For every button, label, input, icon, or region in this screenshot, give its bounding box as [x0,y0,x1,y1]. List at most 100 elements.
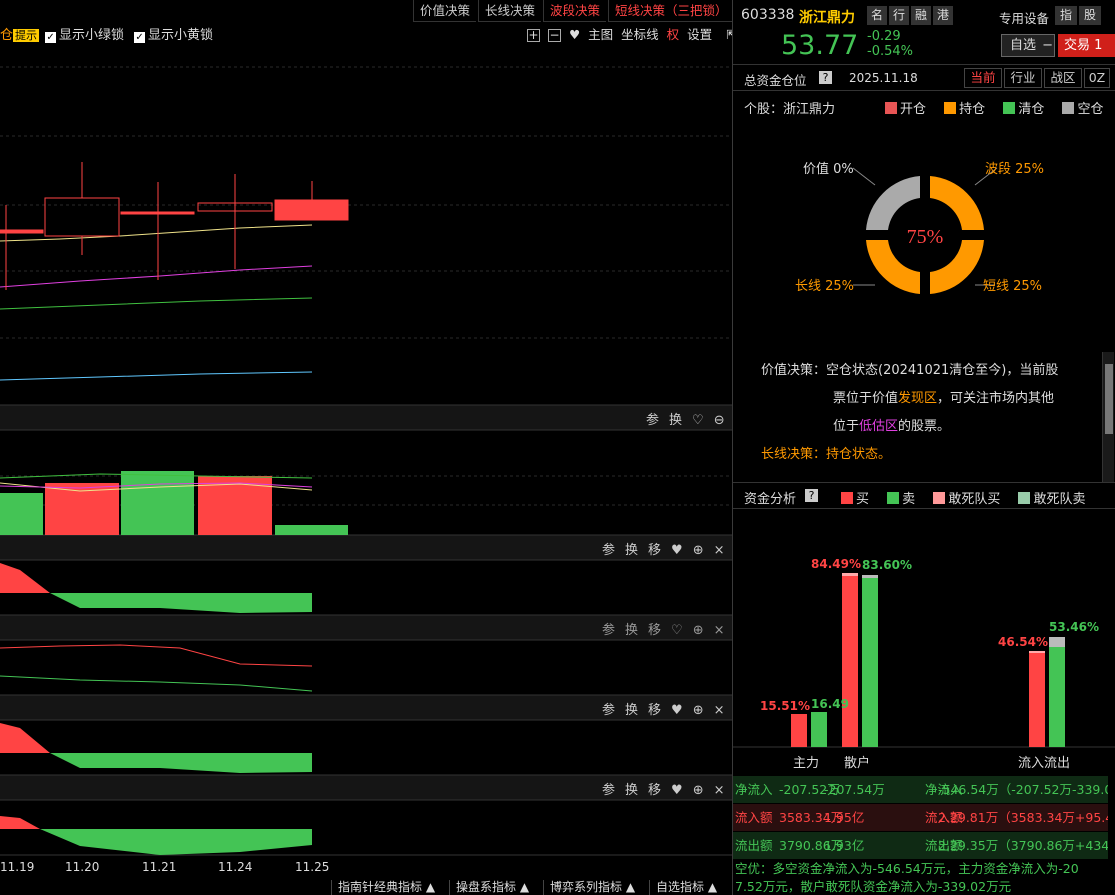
label-long: 长线 25% [795,279,854,294]
fund-analysis-title: 资金分析 [744,492,797,507]
indicator-line-red [0,644,313,667]
can-icon[interactable]: 参 [602,623,615,638]
decision-scrollbar[interactable] [1102,352,1114,482]
volume-panel-icons: 参换 ♡ ⊖ [636,409,725,428]
value-line2c: ，可关注市场内其他 [937,391,1055,406]
close-icon[interactable]: × [714,543,725,558]
legend-buy-swatch [841,492,853,504]
donut-segment-long [866,240,920,294]
huan-icon[interactable]: 换 [625,623,638,638]
position-title: 总资金仓位 [744,73,807,88]
indicator3-icons: 参换移 ♥ ⊕ × [592,699,725,718]
tab-current[interactable]: 当前 [964,68,1002,88]
bottom-tab-trading[interactable]: 操盘系指标 ▲ [449,880,535,895]
indicator4-icons: 参换移 ♥ ⊕ × [592,779,725,798]
yi-icon[interactable]: 移 [648,623,661,638]
badge-gu[interactable]: 股 [1079,6,1101,25]
bottom-tab-compass[interactable]: 指南针经典指标 ▲ [331,880,441,895]
bottom-tab-game[interactable]: 博弈系列指标 ▲ [543,880,641,895]
scrollbar-thumb[interactable] [1105,364,1113,434]
zoom-icon[interactable]: ⊖ [714,413,725,428]
zixuan-button[interactable]: 自选 − [1001,34,1055,57]
badge-zhi[interactable]: 指 [1055,6,1077,25]
yi-icon[interactable]: 移 [648,543,661,558]
help-icon[interactable]: ? [805,489,818,502]
yi-icon[interactable]: 移 [648,703,661,718]
zhuli-label: 主力 [793,756,820,771]
close-icon[interactable]: × [714,783,725,798]
bar-zhuli-sell [811,712,827,747]
badge-gang[interactable]: 港 [933,6,953,25]
divider [733,482,1115,483]
huan-icon[interactable]: 换 [625,703,638,718]
help-icon[interactable]: ? [819,71,832,84]
x-axis-label: 11.25 [295,860,330,874]
stock-code: 603338 [741,7,795,23]
can-icon[interactable]: 参 [602,783,615,798]
value-decision-line1: 空仓状态(20241021清仓至今)，当前股 [826,363,1059,378]
tab-zone[interactable]: 战区 [1044,68,1082,88]
can-icon[interactable]: 参 [646,413,659,428]
heart-icon[interactable]: ♥ [671,703,683,718]
bar-sanhu-sell [862,575,878,747]
tab-industry[interactable]: 行业 [1004,68,1042,88]
stock-position-label: 个股：浙江鼎力 [744,102,836,117]
label-short: 短线 25% [983,279,1042,294]
huan-icon[interactable]: 换 [625,783,638,798]
ma-line-green [0,297,313,310]
zoom-icon[interactable]: ⊕ [693,623,704,638]
row-label: 流出额 [735,838,773,853]
close-icon[interactable]: × [714,623,725,638]
close-icon[interactable]: × [714,703,725,718]
legend-dare-sell: 敢死队卖 [1033,492,1086,507]
bar-sanhu-buy-dare [842,573,858,576]
fund-summary: 空优：多空资金净流入为-546.54万元，主力资金净流入为-20 7.52万元，… [735,860,1115,895]
index-badges: 指股 [1055,6,1101,25]
heart-icon[interactable]: ♥ [671,543,683,558]
flow-buy-pct: 46.54% [998,635,1048,649]
legend-dare-buy-swatch [933,492,946,504]
can-icon[interactable]: 参 [602,703,615,718]
zoom-icon[interactable]: ⊕ [693,543,704,558]
heart-icon[interactable]: ♥ [671,783,683,798]
inflow-row: 流入额 3583.34万 1.95亿 流入额 2.29.81万（3583.34万… [733,804,1108,831]
chart-area[interactable]: 价值决策 长线决策 波段决策 短线决策（三把锁） 仓提示 ✓ 显示小绿锁 ✓ 显示小黄锁… [0,0,732,895]
row-value: 1.95亿 [824,810,865,825]
row-value: 1.93亿 [824,838,865,853]
trade-label: 交易 [1064,38,1091,53]
zoom-icon[interactable]: ⊕ [693,783,704,798]
long-decision-text: 持仓状态。 [826,447,892,462]
huan-icon[interactable]: 换 [625,543,638,558]
row-value: 2.29.81万（3583.34万+95.4 [938,810,1108,825]
yi-icon[interactable]: 移 [648,783,661,798]
value-line2a: 票位于价值 [833,391,899,406]
can-icon[interactable]: 参 [602,543,615,558]
badge-rong[interactable]: 融 [911,6,931,25]
legend-open-swatch [885,102,897,114]
badge-ming[interactable]: 名 [867,6,887,25]
zoom-icon[interactable]: ⊕ [693,703,704,718]
indicator1-icons: 参换移 ♥ ⊕ × [592,539,725,558]
bottom-tab-custom[interactable]: 自选指标 ▲ [649,880,732,895]
stock-price: 53.77 [781,30,859,61]
low-zone-link[interactable]: 低估区 [859,419,898,434]
volume-bar [121,471,194,535]
bar-flow-buy-dare [1029,651,1045,653]
tab-oz[interactable]: 0Z [1084,68,1110,88]
indicator-area-red [0,816,40,829]
position-date: 2025.11.18 [849,71,918,85]
heart-icon[interactable]: ♡ [692,413,704,428]
badge-hang[interactable]: 行 [889,6,909,25]
heart-icon[interactable]: ♡ [671,623,683,638]
right-panel: 603338 浙江鼎力 名行融港 专用设备 指股 53.77 -0.29 -0.… [733,0,1115,895]
legend-sell: 卖 [902,492,916,507]
label-value: 价值 0% [803,161,854,177]
huan-icon[interactable]: 换 [669,413,682,428]
candle [120,211,195,215]
trade-button[interactable]: 交易 1 [1058,34,1115,57]
indicator-line-green [0,675,313,692]
divider [733,90,1115,91]
discovery-zone-link[interactable]: 发现区 [898,391,937,406]
decision-text: 价值决策：空仓状态(20241021清仓至今)，当前股 票位于价值发现区，可关注… [761,357,1106,469]
fund-bar-chart [733,573,1115,748]
